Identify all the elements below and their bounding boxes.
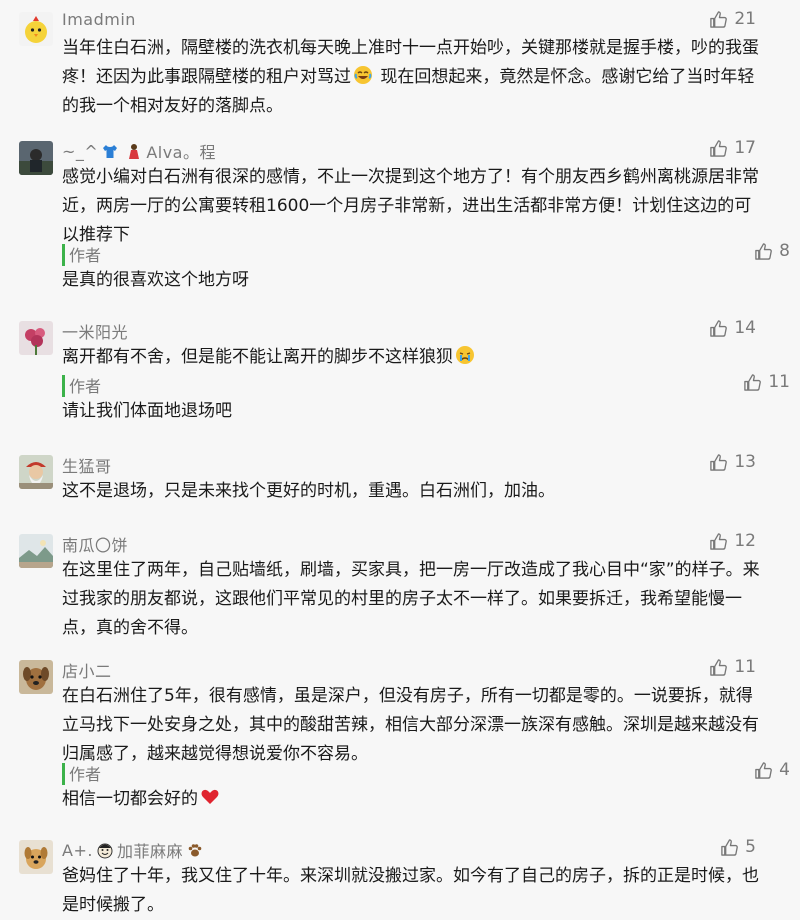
comment-text: 当年住白石洲，隔壁楼的洗衣机每天晚上准时十一点开始吵，关键那楼就是握手楼，吵的我… (62, 34, 762, 121)
thumbs-up-icon (710, 139, 728, 157)
photo-avatar-icon (19, 141, 53, 175)
like-count: 4 (779, 760, 790, 780)
thumbs-up-icon (721, 838, 739, 856)
reply-indicator-bar (62, 375, 65, 397)
username-part: A+. (62, 840, 93, 860)
landscape-avatar-icon (19, 534, 53, 568)
chick-avatar-icon (19, 12, 53, 46)
like-count: 12 (734, 531, 756, 551)
elder-avatar-icon (19, 455, 53, 489)
comment-username[interactable]: 一米阳光 (62, 319, 128, 343)
thumbs-up-icon (755, 242, 773, 260)
reply-text-part: 相信一切都会好的 (62, 789, 198, 809)
like-button[interactable]: 4 (754, 760, 790, 780)
comment-username[interactable]: Imadmin (62, 10, 136, 29)
thumbs-up-icon (710, 453, 728, 471)
avatar[interactable] (19, 455, 53, 489)
reply-text: 相信一切都会好的 (62, 785, 762, 814)
comment-text: 这不是退场，只是未来找个更好的时机，重遇。白石洲们，加油。 (62, 481, 555, 501)
comment-text: 在这里住了两年，自己贴墙纸，刷墙，买家具，把一房一厅改造成了我心目中“家”的样子… (62, 560, 760, 638)
like-count: 21 (734, 9, 756, 29)
reply-author: 作者 (69, 377, 102, 396)
username-part: Alva。程 (146, 143, 216, 162)
like-button[interactable]: 14 (709, 318, 756, 338)
like-button[interactable]: 12 (709, 531, 756, 551)
avatar[interactable] (19, 534, 53, 568)
like-button[interactable]: 11 (743, 372, 790, 392)
like-button[interactable]: 11 (709, 657, 756, 677)
avatar[interactable] (19, 141, 53, 175)
like-count: 14 (734, 318, 756, 338)
comment-username[interactable]: 南瓜〇饼 (62, 532, 128, 556)
thumbs-up-icon (710, 532, 728, 550)
like-count: 11 (768, 372, 790, 392)
comment-username[interactable]: 生猛哥 (62, 453, 112, 477)
dog2-avatar-icon (19, 840, 53, 874)
paw-icon (187, 842, 203, 859)
username-part: ~_^ (62, 141, 99, 161)
like-count: 8 (779, 241, 790, 261)
like-button[interactable]: 5 (720, 837, 756, 857)
comment-text-part: 离开都有不舍，但是能不能让离开的脚步不这样狼狈 (62, 347, 453, 367)
thumbs-up-icon (744, 373, 762, 391)
like-count: 11 (734, 657, 756, 677)
comment-text: 爸妈住了十年，我又住了十年。来深圳就没搬过家。如今有了自己的房子，拆的正是时候，… (62, 866, 759, 915)
like-button[interactable]: 21 (709, 9, 756, 29)
comment-list: Imadmin 21 当年住白石洲，隔壁楼的洗衣机每天晚上准时十一点开始吵，关键… (0, 0, 800, 915)
avatar[interactable] (19, 840, 53, 874)
like-button[interactable]: 17 (709, 138, 756, 158)
laugh-tears-emoji-icon (353, 65, 373, 85)
flower-avatar-icon (19, 321, 53, 355)
like-count: 17 (734, 138, 756, 158)
like-count: 13 (734, 452, 756, 472)
comment-username[interactable]: A+. 加菲麻麻 (62, 838, 207, 862)
comment-text: 感觉小编对白石洲有很深的感情，不止一次提到这个地方了！有个朋友西乡鹤州离桃源居非… (62, 167, 759, 245)
avatar[interactable] (19, 321, 53, 355)
tshirt-icon (102, 143, 118, 160)
reply-text: 是真的很喜欢这个地方呀 (62, 270, 249, 290)
reply-indicator-bar (62, 763, 65, 785)
avatar[interactable] (19, 12, 53, 46)
comment-username[interactable]: 店小二 (62, 658, 112, 682)
thumbs-up-icon (710, 10, 728, 28)
reply-indicator-bar (62, 244, 65, 266)
like-count: 5 (745, 837, 756, 857)
red-heart-emoji-icon (200, 787, 220, 807)
crying-face-emoji-icon (455, 345, 475, 365)
comment-text: 离开都有不舍，但是能不能让离开的脚步不这样狼狈 (62, 343, 762, 372)
comment-text: 在白石洲住了5年，很有感情，虽是深户，但没有房子，所有一切都是零的。一说要拆，就… (62, 686, 759, 764)
smile-face-icon (97, 842, 113, 859)
reply-author: 作者 (69, 765, 102, 784)
avatar[interactable] (19, 660, 53, 694)
thumbs-up-icon (710, 658, 728, 676)
comment-username[interactable]: ~_^ Alva。程 (62, 139, 216, 163)
woman-icon (126, 143, 142, 160)
dog-avatar-icon (19, 660, 53, 694)
like-button[interactable]: 8 (754, 241, 790, 261)
like-button[interactable]: 13 (709, 452, 756, 472)
username-part: 加菲麻麻 (116, 842, 183, 861)
reply-text: 请让我们体面地退场吧 (62, 401, 232, 421)
thumbs-up-icon (710, 319, 728, 337)
reply-author: 作者 (69, 246, 102, 265)
thumbs-up-icon (755, 761, 773, 779)
